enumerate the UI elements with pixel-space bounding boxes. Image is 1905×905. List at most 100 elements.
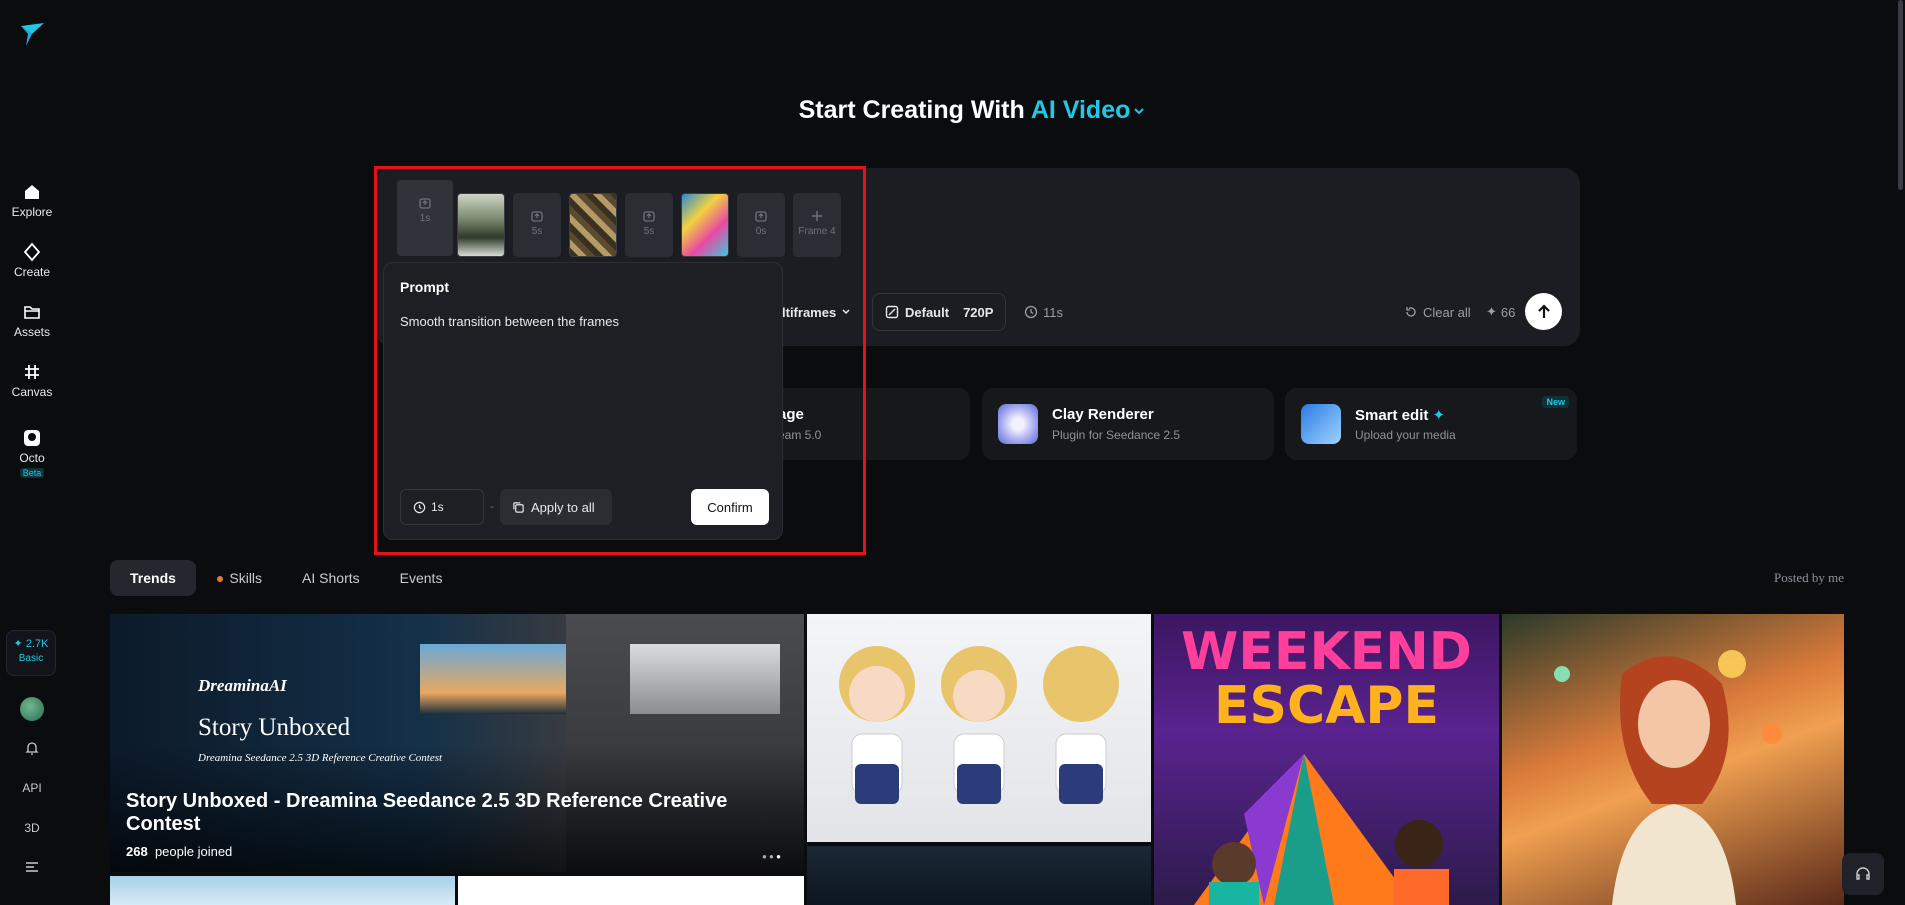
frame-duration-slot[interactable]: 1s xyxy=(397,180,453,256)
gallery-card-dolls[interactable] xyxy=(807,614,1151,842)
page-title: Start Creating With AI Video xyxy=(0,96,1905,125)
clock-icon xyxy=(413,501,426,513)
sidebar-item-octo[interactable]: Octo Beta xyxy=(0,428,64,479)
popup-title: Prompt xyxy=(400,279,449,295)
folder-icon xyxy=(24,306,40,319)
feature-card-smart-edit[interactable]: Smart edit ✦ Upload your media New xyxy=(1285,388,1577,460)
home-icon xyxy=(25,185,39,199)
sidebar-item-canvas[interactable]: Canvas xyxy=(0,362,64,399)
duration-label: 11s xyxy=(1043,304,1063,320)
gallery-card-festival-girl[interactable] xyxy=(1502,614,1844,905)
hero-subheadline: Dreamina Seedance 2.5 3D Reference Creat… xyxy=(198,752,443,764)
sidebar-item-explore[interactable]: Explore xyxy=(0,182,64,219)
aspect-icon xyxy=(885,305,899,319)
frame-prompt-popup: Prompt Smooth transition between the fra… xyxy=(383,262,783,540)
festival-illustration xyxy=(1554,650,1782,905)
sidebar-item-label: Assets xyxy=(13,325,50,339)
model-label: Default xyxy=(905,304,950,320)
posted-by-me-filter[interactable]: Posted by me xyxy=(1774,570,1844,586)
dolls-illustration xyxy=(839,646,1119,804)
page-scrollbar[interactable] xyxy=(1898,0,1903,190)
upload-icon xyxy=(419,198,431,209)
menu-button[interactable] xyxy=(0,860,64,877)
octo-icon xyxy=(24,430,40,446)
api-link[interactable]: API xyxy=(0,781,64,795)
credit-cost-value: 66 xyxy=(1500,304,1516,320)
slot-duration: 0s xyxy=(755,226,767,237)
avatar[interactable] xyxy=(20,697,44,721)
support-button[interactable] xyxy=(1842,853,1884,895)
sidebar-item-label: Octo xyxy=(19,451,45,465)
separator: - xyxy=(490,499,494,513)
frame-duration-slot[interactable]: 0s xyxy=(737,193,785,257)
gallery-card-white[interactable] xyxy=(458,876,804,905)
clear-all-label: Clear all xyxy=(1423,304,1471,320)
title-prefix: Start Creating With xyxy=(798,96,1025,124)
hero-mono-screen xyxy=(630,644,780,714)
feature-subtitle: eam 5.0 xyxy=(778,428,822,442)
upload-icon xyxy=(531,211,543,222)
hero-event-card[interactable]: DreaminaAI Story Unboxed Dreamina Seedan… xyxy=(110,614,804,872)
frame-prompt-input[interactable]: Smooth transition between the frames xyxy=(400,314,619,329)
plan-tier: Basic xyxy=(18,653,44,664)
gallery-card-weekend-escape[interactable]: WEEKEND ESCAPE xyxy=(1154,614,1499,905)
mode-selector[interactable]: AI Video xyxy=(1031,96,1147,124)
sidebar: Explore Create Assets Canvas Octo Beta ✦… xyxy=(0,0,64,905)
submit-button[interactable] xyxy=(1525,293,1562,330)
clear-all-button[interactable]: Clear all xyxy=(1404,292,1471,332)
tab-events[interactable]: Events xyxy=(380,560,463,596)
gallery-card-dark[interactable] xyxy=(807,846,1151,905)
sidebar-item-label: Canvas xyxy=(11,385,53,399)
3d-link[interactable]: 3D xyxy=(0,821,64,835)
feature-card-clay-renderer[interactable]: Clay Renderer Plugin for Seedance 2.5 xyxy=(982,388,1274,460)
chevron-down-icon xyxy=(842,309,850,315)
frame-thumbnail-3[interactable] xyxy=(681,193,729,257)
carousel-dots[interactable]: ● ● ● xyxy=(762,852,781,861)
frame-duration-select[interactable]: 1s xyxy=(400,489,484,525)
feature-subtitle: Upload your media xyxy=(1355,428,1456,442)
clock-icon xyxy=(1024,305,1038,319)
chevron-down-icon xyxy=(1134,108,1145,115)
duration-button[interactable]: 11s xyxy=(1024,292,1063,332)
mode-label: AI Video xyxy=(1030,96,1131,124)
mode-dropdown[interactable]: ltiframes xyxy=(782,292,852,332)
sidebar-item-create[interactable]: Create xyxy=(0,242,64,279)
headset-icon xyxy=(1856,867,1870,880)
bell-icon xyxy=(25,742,39,755)
new-badge: New xyxy=(1542,396,1569,408)
model-resolution-button[interactable]: Default 720P xyxy=(872,293,1007,331)
frame-thumbnail-2[interactable] xyxy=(569,193,617,257)
upload-icon xyxy=(643,211,655,222)
sidebar-item-assets[interactable]: Assets xyxy=(0,302,64,339)
tab-ai-shorts[interactable]: AI Shorts xyxy=(282,560,380,596)
bell-button[interactable] xyxy=(0,740,64,759)
canvas-icon xyxy=(25,365,39,379)
frame-thumbnail-1[interactable] xyxy=(457,193,505,257)
frame-duration-slot[interactable]: 5s xyxy=(625,193,673,257)
tab-trends[interactable]: Trends xyxy=(110,560,196,596)
upload-icon xyxy=(755,211,767,222)
hero-brand-logo: DreaminaAI xyxy=(198,676,287,695)
frame-duration-slot[interactable]: 5s xyxy=(513,193,561,257)
flame-icon: ● xyxy=(215,570,225,586)
copy-icon xyxy=(513,501,524,513)
gallery-card-sky[interactable] xyxy=(110,876,455,905)
slot-duration: 5s xyxy=(643,226,655,237)
apply-to-all-button[interactable]: Apply to all xyxy=(500,489,612,525)
flower-icon xyxy=(998,404,1038,444)
add-frame-button[interactable]: Frame 4 xyxy=(793,193,841,257)
logo-icon[interactable] xyxy=(18,20,46,48)
frame-duration-value: 1s xyxy=(431,500,444,514)
add-frame-label: Frame 4 xyxy=(798,226,836,237)
beta-badge: Beta xyxy=(19,468,45,478)
confirm-button[interactable]: Confirm xyxy=(691,489,769,525)
feature-title: Smart edit ✦ xyxy=(1355,407,1446,424)
hero-title: Story Unboxed - Dreamina Seedance 2.5 3D… xyxy=(126,790,728,835)
tab-skills[interactable]: ● Skills xyxy=(196,560,282,596)
sidebar-item-label: Explore xyxy=(11,205,53,219)
hero-screen-image xyxy=(420,644,570,714)
credits-value: ✦ 2.7K xyxy=(13,638,49,650)
feather-icon xyxy=(1301,404,1341,444)
hero-joined: 268 people joined xyxy=(126,844,233,859)
credits-badge[interactable]: ✦ 2.7K Basic xyxy=(6,630,56,676)
